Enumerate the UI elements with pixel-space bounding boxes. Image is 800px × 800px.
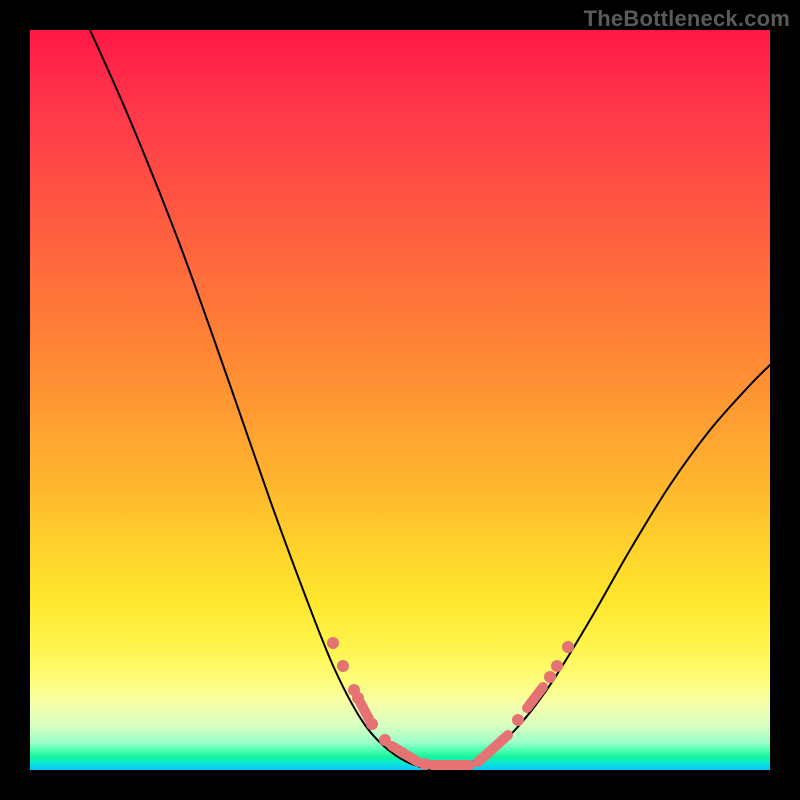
marker-dot <box>327 637 339 649</box>
marker-dot <box>379 734 391 746</box>
marker-dot <box>366 718 378 730</box>
marker-dot <box>337 660 349 672</box>
marker-dot <box>562 641 574 653</box>
marker-dot <box>551 660 563 672</box>
marker-dash <box>392 746 418 762</box>
chart-frame: TheBottleneck.com <box>0 0 800 800</box>
watermark-text: TheBottleneck.com <box>584 6 790 32</box>
marker-dot <box>419 758 431 770</box>
bottleneck-curve <box>90 30 770 770</box>
plot-area <box>30 30 770 770</box>
curve-svg <box>30 30 770 770</box>
marker-dot <box>512 714 524 726</box>
marker-dash <box>360 702 369 719</box>
marker-dash <box>478 735 508 762</box>
marker-dash <box>527 687 543 708</box>
marker-dot <box>544 671 556 683</box>
marker-dot <box>352 692 364 704</box>
